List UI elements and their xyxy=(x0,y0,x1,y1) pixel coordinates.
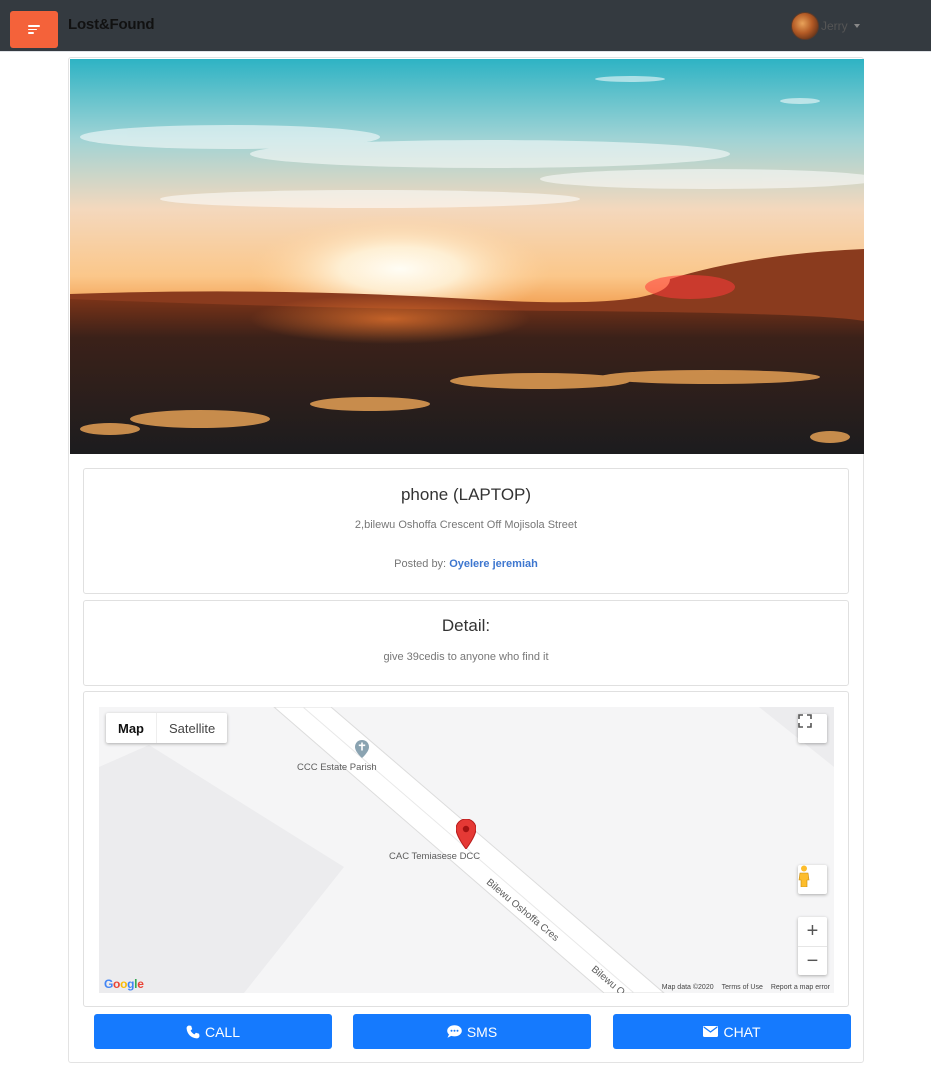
phone-icon xyxy=(186,1025,200,1038)
avatar xyxy=(791,12,819,40)
user-menu[interactable]: Jerry xyxy=(791,11,860,41)
item-card: phone (LAPTOP) 2,bilewu Oshoffa Crescent… xyxy=(68,57,864,1063)
menu-toggle-button[interactable] xyxy=(10,11,58,48)
top-navbar: Lost&Found Jerry xyxy=(0,0,931,52)
location-pin-icon[interactable] xyxy=(456,819,476,849)
chat-button[interactable]: CHAT xyxy=(613,1014,851,1049)
location-map[interactable]: Map Satellite CCC Estate Parish CAC Temi xyxy=(99,707,834,993)
detail-text: give 39cedis to anyone who find it xyxy=(383,651,549,663)
menu-icon xyxy=(28,23,40,36)
item-address: 2,bilewu Oshoffa Crescent Off Mojisola S… xyxy=(354,519,578,531)
map-type-satellite-button[interactable]: Satellite xyxy=(156,713,227,743)
map-type-map-button[interactable]: Map xyxy=(106,713,156,743)
zoom-out-button[interactable]: − xyxy=(798,946,827,975)
envelope-icon xyxy=(703,1026,719,1037)
item-title: phone (LAPTOP) xyxy=(400,485,532,504)
chevron-down-icon xyxy=(853,24,860,28)
sms-button[interactable]: SMS xyxy=(353,1014,591,1049)
posted-by-label: Posted by: xyxy=(394,558,447,570)
user-name: Jerry xyxy=(821,19,848,33)
pegman-icon xyxy=(798,865,810,887)
posted-by: Posted by: Oyelere jeremiah xyxy=(84,558,848,570)
app-brand[interactable]: Lost&Found xyxy=(68,16,155,33)
item-image xyxy=(70,59,864,454)
report-error-link[interactable]: Report a map error xyxy=(771,984,830,991)
map-data-text: Map data ©2020 xyxy=(661,984,714,991)
detail-card: Detail: give 39cedis to anyone who find … xyxy=(83,600,849,686)
google-logo: Google xyxy=(104,977,144,991)
call-label: CALL xyxy=(204,1023,241,1040)
church-icon[interactable] xyxy=(355,740,369,758)
fullscreen-button[interactable] xyxy=(798,714,827,743)
zoom-in-button[interactable]: + xyxy=(798,917,827,946)
detail-heading: Detail: xyxy=(441,616,491,635)
map-card: Map Satellite CCC Estate Parish CAC Temi xyxy=(83,691,849,1007)
sms-label: SMS xyxy=(466,1023,498,1040)
terms-link[interactable]: Terms of Use xyxy=(722,984,763,991)
posted-by-link[interactable]: Oyelere jeremiah xyxy=(449,558,538,570)
map-type-toggle: Map Satellite xyxy=(106,713,228,743)
call-button[interactable]: CALL xyxy=(94,1014,332,1049)
street-view-button[interactable] xyxy=(798,865,827,894)
item-summary-card: phone (LAPTOP) 2,bilewu Oshoffa Crescent… xyxy=(83,468,849,594)
chat-bubble-icon xyxy=(447,1025,462,1038)
chat-label: CHAT xyxy=(723,1023,761,1040)
map-attribution: Map data ©2020 Terms of Use Report a map… xyxy=(662,984,830,991)
place-label: CCC Estate Parish xyxy=(297,762,377,773)
place-label: CAC Temiasese DCC xyxy=(389,851,481,862)
fullscreen-icon xyxy=(798,714,812,728)
zoom-controls: + − xyxy=(798,917,827,975)
